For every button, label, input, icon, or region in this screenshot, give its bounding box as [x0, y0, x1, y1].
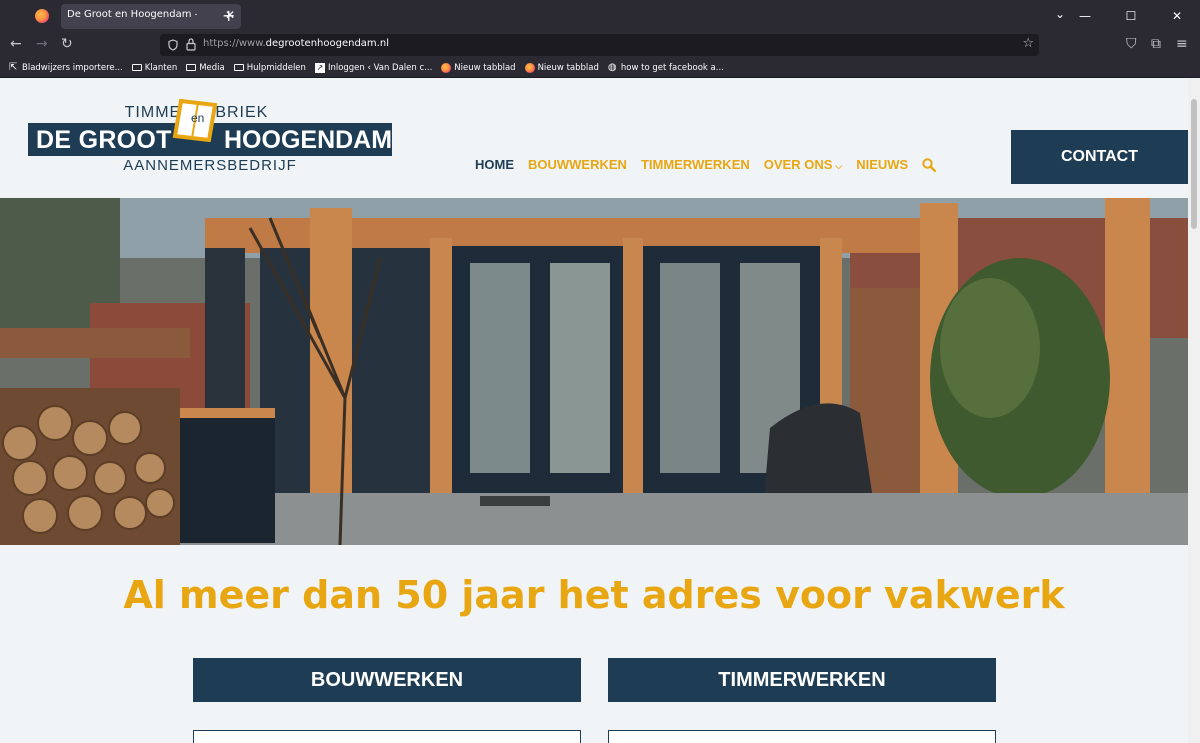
menu-home[interactable]: HOME [475, 157, 514, 172]
bookmarks-toolbar: ⇱ Bladwijzers importere... Klanten Media … [0, 58, 1200, 78]
firefox-icon [441, 62, 452, 73]
logo-subtitle-bottom: AANNEMERSBEDRIJF [123, 157, 297, 174]
extensions-icon[interactable]: ⧉ [1151, 36, 1161, 52]
import-icon: ⇱ [9, 61, 18, 73]
maximize-button[interactable]: ☐ [1108, 0, 1154, 32]
bookmark-item[interactable]: ◍ how to get facebook a... [607, 61, 724, 73]
globe-icon: ◍ [607, 61, 617, 73]
close-window-button[interactable]: ✕ [1154, 0, 1200, 32]
category-card-bouwwerken[interactable] [193, 730, 581, 743]
bookmark-star-icon[interactable]: ☆ [1022, 36, 1034, 51]
bookmark-folder-klanten[interactable]: Klanten [131, 63, 177, 73]
search-icon[interactable] [922, 157, 937, 172]
site-logo[interactable]: TIMMERFABRIEK DE GROOT HOOGENDAM en AANN… [28, 99, 393, 174]
logo-name-left: DE GROOT [36, 126, 172, 154]
pocket-icon[interactable]: ⛉ [1126, 36, 1137, 52]
firefox-icon[interactable] [35, 9, 49, 23]
category-bouwwerken-button[interactable]: BOUWWERKEN [193, 658, 581, 702]
chevron-down-icon: ⌵ [835, 161, 843, 171]
page-headline: Al meer dan 50 jaar het adres voor vakwe… [123, 573, 1065, 617]
reload-icon[interactable]: ↻ [61, 36, 73, 52]
url-text[interactable]: https://www.degrootenhoogendam.nl [203, 38, 389, 49]
menu-nieuws[interactable]: NIEUWS [856, 157, 908, 172]
menu-timmerwerken[interactable]: TIMMERWERKEN [641, 157, 750, 172]
minimize-button[interactable]: — [1062, 0, 1108, 32]
category-timmerwerken-button[interactable]: TIMMERWERKEN [608, 658, 996, 702]
menu-hamburger-icon[interactable]: ≡ [1176, 36, 1188, 52]
bookmark-item[interactable]: ↗ Inloggen ‹ Van Dalen c... [314, 62, 432, 73]
bookmark-item[interactable]: Nieuw tabblad [441, 62, 516, 73]
tab-title: De Groot en Hoogendam – Aannem [67, 9, 197, 20]
lock-icon[interactable] [186, 38, 196, 51]
tab-bar: De Groot en Hoogendam – Aannem ✕ + ⌄ — ☐… [0, 0, 1200, 32]
hero-image [0, 198, 1188, 545]
navigation-toolbar: ← → ↻ https://www.degrootenhoogendam.nl … [0, 32, 1200, 58]
address-bar[interactable]: https://www.degrootenhoogendam.nl ☆ [160, 34, 1039, 56]
web-page: TIMMERFABRIEK DE GROOT HOOGENDAM en AANN… [0, 79, 1188, 743]
folder-icon [233, 64, 244, 71]
logo-name-right: HOOGENDAM [224, 126, 393, 154]
menu-bouwwerken[interactable]: BOUWWERKEN [528, 157, 627, 172]
site-icon: ↗ [314, 62, 325, 73]
menu-over-ons[interactable]: OVER ONS ⌵ [764, 157, 842, 172]
folder-icon [131, 64, 142, 71]
browser-tab[interactable]: De Groot en Hoogendam – Aannem ✕ [61, 4, 241, 29]
forward-arrow-icon[interactable]: → [36, 36, 48, 52]
firefox-icon [524, 62, 535, 73]
bookmark-item[interactable]: ⇱ Bladwijzers importere... [9, 61, 123, 73]
back-arrow-icon[interactable]: ← [10, 36, 22, 52]
bookmark-folder-media[interactable]: Media [186, 63, 225, 73]
page-scrollbar[interactable] [1188, 79, 1200, 743]
category-card-timmerwerken[interactable] [608, 730, 996, 743]
main-menu: HOME BOUWWERKEN TIMMERWERKEN OVER ONS ⌵ N… [475, 157, 937, 172]
scrollbar-thumb[interactable] [1191, 99, 1197, 229]
folder-icon [186, 64, 197, 71]
bookmark-folder-hulpmiddelen[interactable]: Hulpmiddelen [233, 63, 306, 73]
contact-button[interactable]: CONTACT [1011, 130, 1188, 184]
logo-en: en [191, 111, 205, 125]
new-tab-button[interactable]: + [222, 6, 235, 25]
shield-icon[interactable] [168, 39, 178, 51]
bookmark-item[interactable]: Nieuw tabblad [524, 62, 599, 73]
